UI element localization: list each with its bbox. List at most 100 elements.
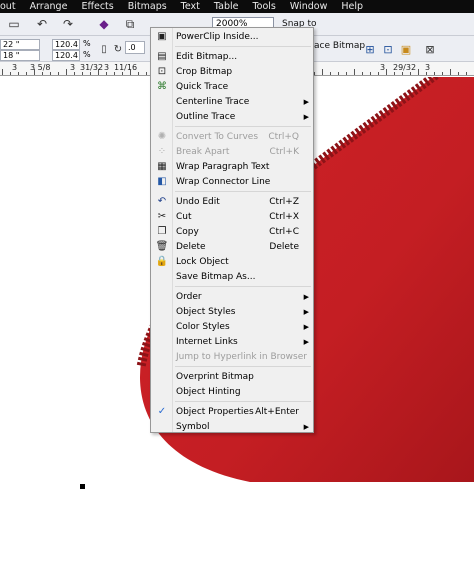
ruler-tick (426, 72, 427, 75)
percent-x-label: % (83, 39, 91, 48)
export-icon[interactable]: ⧉ (122, 16, 138, 32)
submenu-arrow-icon: ▶ (303, 422, 309, 431)
scale-y-field[interactable]: 120.4 (52, 50, 80, 61)
submenu-arrow-icon: ▶ (303, 292, 309, 301)
menu-item-lock-object[interactable]: 🔒 Lock Object (151, 254, 313, 269)
trash-icon: 🗑 (155, 241, 169, 252)
menu-text[interactable]: Text (174, 1, 207, 12)
bitmap-options-icon[interactable]: ⊠ (422, 41, 438, 57)
ruler-tick (130, 69, 131, 75)
ruler-tick (122, 72, 123, 75)
convert-curves-icon: ✺ (157, 131, 167, 142)
align-icon[interactable]: ⊞ (362, 41, 378, 57)
menu-tools[interactable]: Tools (245, 1, 282, 12)
menu-item-edit-bitmap[interactable]: ▤ Edit Bitmap... (151, 49, 313, 64)
menu-window[interactable]: Window (283, 1, 334, 12)
ruler-tick (138, 72, 139, 75)
menu-item-crop-bitmap[interactable]: ⊡ Crop Bitmap (151, 64, 313, 79)
menu-separator (175, 401, 311, 402)
menu-help[interactable]: Help (334, 1, 370, 12)
menu-item-order[interactable]: Order ▶ (151, 289, 313, 304)
ruler-tick (346, 72, 347, 75)
scale-x-field[interactable]: 120.4 (52, 39, 80, 50)
menu-item-centerline-trace[interactable]: Centerline Trace ▶ (151, 94, 313, 109)
percent-y-label: % (83, 50, 91, 59)
ruler-tick (146, 72, 147, 75)
rotate-icon: ↻ (113, 43, 123, 55)
submenu-arrow-icon: ▶ (303, 112, 309, 121)
menu-item-cut[interactable]: ✂ Cut Ctrl+X (151, 209, 313, 224)
ruler-tick (50, 72, 51, 75)
ruler-tick (58, 72, 59, 75)
print-icon[interactable]: ▭ (6, 16, 22, 32)
edit-bitmap-icon: ▤ (157, 51, 167, 62)
ruler-tick (458, 72, 459, 75)
menu-arrange[interactable]: Arrange (23, 1, 75, 12)
wrap-connector-icon: ◧ (157, 176, 167, 187)
menu-table[interactable]: Table (207, 1, 246, 12)
ruler-tick (314, 72, 315, 75)
menu-item-object-styles[interactable]: Object Styles ▶ (151, 304, 313, 319)
ruler-label: 3 (104, 63, 110, 72)
ruler-tick (106, 72, 107, 75)
ruler-label: 3 (380, 63, 386, 72)
menu-item-outline-trace[interactable]: Outline Trace ▶ (151, 109, 313, 124)
menu-layout[interactable]: out (0, 1, 23, 12)
submenu-arrow-icon: ▶ (303, 97, 309, 106)
ruler-tick (450, 69, 451, 75)
menu-item-color-styles[interactable]: Color Styles ▶ (151, 319, 313, 334)
ruler-tick (66, 69, 67, 75)
object-width-field[interactable]: 22 " (0, 39, 40, 50)
ruler-tick (386, 69, 387, 75)
crop-icon: ⊡ (157, 66, 167, 77)
object-height-field[interactable]: 18 " (0, 50, 40, 61)
ruler-tick (402, 72, 403, 75)
menu-item-object-hinting[interactable]: Object Hinting (151, 384, 313, 399)
menu-separator (175, 191, 311, 192)
menu-item-copy[interactable]: ❐ Copy Ctrl+C (151, 224, 313, 239)
submenu-arrow-icon: ▶ (303, 337, 309, 346)
menu-item-quick-trace[interactable]: ⌘ Quick Trace (151, 79, 313, 94)
ruler-tick (330, 72, 331, 75)
trace-bitmap-button[interactable]: ace Bitmap (314, 41, 365, 51)
break-apart-icon: ⁘ (157, 146, 167, 157)
menu-item-overprint-bitmap[interactable]: Overprint Bitmap (151, 369, 313, 384)
ruler-tick (418, 69, 419, 75)
menu-item-object-properties[interactable]: ✓ Object Properties Alt+Enter (151, 404, 313, 419)
menu-item-undo-edit[interactable]: ↶ Undo Edit Ctrl+Z (151, 194, 313, 209)
import-icon[interactable]: ◆ (96, 16, 112, 32)
redo-button[interactable]: ↷ (60, 16, 76, 32)
ruler-tick (434, 72, 435, 75)
ruler-tick (370, 72, 371, 75)
menu-item-powerclip-inside[interactable]: ▣ PowerClip Inside... (151, 29, 313, 44)
resample-icon[interactable]: ⊡ (380, 41, 396, 57)
undo-icon: ↶ (157, 196, 167, 207)
menu-item-jump-to-hyperlink: Jump to Hyperlink in Browser (176, 351, 307, 362)
menu-separator (175, 126, 311, 127)
ruler-tick (354, 69, 355, 75)
menu-bitmaps[interactable]: Bitmaps (121, 1, 174, 12)
ruler-tick (114, 72, 115, 75)
ruler-tick (82, 72, 83, 75)
menu-item-wrap-paragraph-text[interactable]: ▦ Wrap Paragraph Text (151, 159, 313, 174)
menu-effects[interactable]: Effects (74, 1, 120, 12)
wrap-text-icon: ▦ (157, 161, 167, 172)
bitmap-color-mask-icon[interactable]: ▣ (398, 41, 414, 57)
selection-handle[interactable] (80, 484, 85, 489)
menu-item-delete[interactable]: 🗑 Delete Delete (151, 239, 313, 254)
ruler-tick (322, 69, 323, 75)
ruler-label: 3 (425, 63, 431, 72)
rotation-field[interactable]: .0 (125, 41, 145, 54)
menu-item-symbol[interactable]: Symbol ▶ (151, 419, 313, 434)
menu-item-internet-links[interactable]: Internet Links ▶ (151, 334, 313, 349)
menu-item-wrap-connector-line[interactable]: ◧ Wrap Connector Line (151, 174, 313, 189)
ruler-tick (394, 72, 395, 75)
quick-trace-icon: ⌘ (157, 81, 167, 92)
menu-separator (175, 46, 311, 47)
menu-item-save-bitmap-as[interactable]: Save Bitmap As... (151, 269, 313, 284)
ruler-label: 31/32 (80, 63, 104, 72)
copy-icon: ❐ (157, 226, 167, 237)
ruler-tick (442, 72, 443, 75)
undo-button[interactable]: ↶ (34, 16, 50, 32)
menu-bar: out Arrange Effects Bitmaps Text Table T… (0, 0, 474, 13)
